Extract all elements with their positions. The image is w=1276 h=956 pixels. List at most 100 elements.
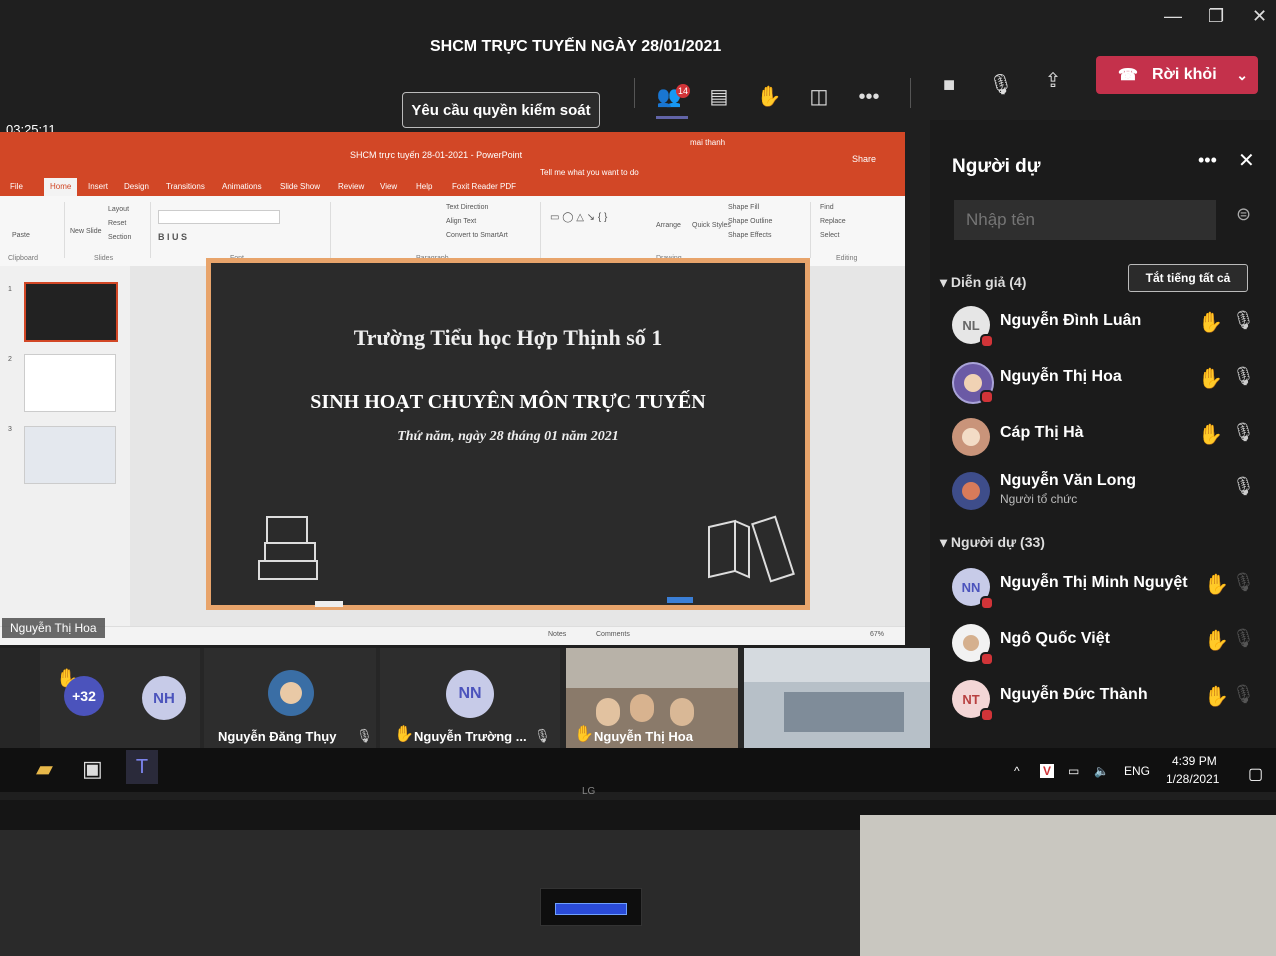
attendees-header[interactable]: ▾ Người dự (33) <box>940 534 1045 551</box>
raise-hand-icon[interactable]: ✋ <box>754 82 784 112</box>
ppt-menu-file[interactable]: File <box>10 182 23 191</box>
participant-row[interactable]: NN Nguyễn Thị Minh Nguyệt ✋ 🎙 <box>952 566 1272 614</box>
store-icon[interactable]: ▣ <box>82 756 103 782</box>
ribbon-find[interactable]: Find <box>820 204 834 211</box>
ribbon-select[interactable]: Select <box>820 232 839 239</box>
slide-thumbnail[interactable] <box>24 426 116 484</box>
minimize-icon[interactable]: — <box>1164 6 1182 27</box>
ppt-menu-help[interactable]: Help <box>416 182 432 191</box>
people-search-input[interactable] <box>954 200 1216 240</box>
participant-role: Người tổ chức <box>1000 492 1078 506</box>
participant-row[interactable]: NL Nguyễn Đình Luân ✋ 🎙 <box>952 304 1272 352</box>
status-comments[interactable]: Comments <box>596 631 630 638</box>
font-style-buttons[interactable]: B I U S <box>158 232 187 242</box>
mic-off-icon[interactable]: 🎙 <box>1232 310 1255 331</box>
clock-time[interactable]: 4:39 PM <box>1172 754 1217 768</box>
overflow-avatar[interactable]: +32 <box>64 676 104 716</box>
mute-all-button[interactable]: Tắt tiếng tất cả <box>1128 264 1248 292</box>
participant-row[interactable]: Ngô Quốc Việt ✋ 🎙 <box>952 622 1272 670</box>
ribbon-paste[interactable]: Paste <box>12 232 30 239</box>
raise-hand-icon: ✋ <box>1204 630 1229 652</box>
ribbon-shape-outline[interactable]: Shape Outline <box>728 218 772 225</box>
status-zoom[interactable]: 67% <box>870 631 884 638</box>
ribbon-new-slide[interactable]: New Slide <box>70 228 102 235</box>
font-name-box[interactable] <box>158 210 280 224</box>
presenters-header[interactable]: ▾ Diễn giả (4) <box>940 274 1026 291</box>
share-invite-icon[interactable]: ⊜ <box>1236 204 1251 225</box>
ppt-menu-insert[interactable]: Insert <box>88 182 108 191</box>
raise-hand-icon: ✋ <box>1198 312 1223 334</box>
raise-hand-icon: ✋ <box>1204 574 1229 596</box>
request-control-button[interactable]: Yêu cầu quyền kiểm soát <box>402 92 600 128</box>
ribbon-reset[interactable]: Reset <box>108 220 126 227</box>
open-book-icon <box>708 515 795 583</box>
close-icon[interactable]: ✕ <box>1238 148 1255 173</box>
close-window-icon[interactable]: ✕ <box>1252 6 1267 27</box>
books-stack-icon <box>258 516 318 580</box>
ribbon-quick-styles[interactable]: Quick Styles <box>692 222 731 229</box>
ribbon-text-direction[interactable]: Text Direction <box>446 204 488 211</box>
ppt-menu-transitions[interactable]: Transitions <box>166 182 205 191</box>
ppt-menu-animations[interactable]: Animations <box>222 182 262 191</box>
video-tile[interactable]: ✋ +32 NH <box>40 648 200 748</box>
volume-icon[interactable]: 🔈 <box>1094 764 1109 778</box>
video-person <box>670 698 694 726</box>
ppt-menu-design[interactable]: Design <box>124 182 149 191</box>
participant-row[interactable]: Cáp Thị Hà ✋ 🎙 <box>952 416 1272 464</box>
monitor-screen: — ❐ ✕ SHCM TRỰC TUYẾN NGÀY 28/01/2021 03… <box>0 0 1276 800</box>
share-screen-icon[interactable]: ⇪ <box>1038 66 1068 96</box>
ribbon-convert-smartart[interactable]: Convert to SmartArt <box>446 232 508 239</box>
video-tile[interactable]: ✋ Nguyễn Thị Hoa <box>566 648 738 748</box>
ribbon-layout[interactable]: Layout <box>108 206 129 213</box>
ribbon-section[interactable]: Section <box>108 234 131 241</box>
people-pane: Người dự ••• ✕ ⊜ ▾ Diễn giả (4) Tắt tiến… <box>930 120 1276 748</box>
ppt-share[interactable]: Share <box>852 154 876 164</box>
mic-disabled-icon: 🎙 <box>1232 572 1255 592</box>
video-tile[interactable]: Nguyễn Đăng Thụy 🎙 <box>204 648 376 748</box>
input-language[interactable]: ENG <box>1124 764 1150 778</box>
vpn-icon[interactable]: V <box>1040 764 1055 778</box>
ppt-menu-review[interactable]: Review <box>338 182 364 191</box>
maximize-icon[interactable]: ❐ <box>1208 6 1224 27</box>
video-tile[interactable] <box>744 648 938 748</box>
participant-row[interactable]: Nguyễn Thị Hoa ✋ 🎙 <box>952 360 1272 408</box>
mic-on-icon[interactable]: 🎙 <box>1232 476 1255 497</box>
more-options-icon[interactable]: ••• <box>1198 150 1217 171</box>
leave-button[interactable]: ☎ Rời khỏi ⌄ <box>1096 56 1258 94</box>
participant-row[interactable]: Nguyễn Văn Long Người tổ chức 🎙 <box>952 470 1272 518</box>
ppt-menu-home[interactable]: Home <box>44 178 78 196</box>
chevron-up-icon[interactable]: ^ <box>1014 764 1020 778</box>
file-explorer-icon[interactable]: ▰ <box>36 756 53 782</box>
ppt-tell-me[interactable]: Tell me what you want to do <box>540 168 639 177</box>
more-actions-icon[interactable]: ••• <box>854 82 884 112</box>
status-dot <box>980 334 994 348</box>
slide-thumbnail[interactable] <box>24 282 118 342</box>
status-notes[interactable]: Notes <box>548 631 566 638</box>
ppt-menu-foxit[interactable]: Foxit Reader PDF <box>452 182 516 191</box>
ribbon-align-text[interactable]: Align Text <box>446 218 476 225</box>
network-icon[interactable]: ▭ <box>1068 764 1079 778</box>
ribbon-arrange[interactable]: Arrange <box>656 222 681 229</box>
chat-icon[interactable]: ▤ <box>704 82 734 112</box>
ribbon-replace[interactable]: Replace <box>820 218 846 225</box>
mic-on-icon[interactable]: 🎙 <box>1232 366 1255 387</box>
ribbon-group-drawing: ▭ ◯ △ ↘ { } Arrange Quick Styles Shape F… <box>540 202 811 262</box>
notifications-icon[interactable]: ▢ <box>1248 764 1263 784</box>
ppt-title: SHCM trực tuyến 28-01-2021 - PowerPoint <box>350 150 523 160</box>
chevron-down-icon[interactable]: ⌄ <box>1236 67 1248 84</box>
ribbon-shape-effects[interactable]: Shape Effects <box>728 232 771 239</box>
camera-icon[interactable]: ■ <box>934 70 964 100</box>
microphone-icon[interactable]: 🎙 <box>986 70 1016 100</box>
slide-thumbnail[interactable] <box>24 354 116 412</box>
ppt-menu-slideshow[interactable]: Slide Show <box>280 182 320 191</box>
mic-off-icon[interactable]: 🎙 <box>1232 422 1255 443</box>
ribbon-shape-fill[interactable]: Shape Fill <box>728 204 759 211</box>
rooms-icon[interactable]: ◫ <box>804 82 834 112</box>
participant-row[interactable]: NT Nguyễn Đức Thành ✋ 🎙 <box>952 678 1272 726</box>
ppt-menu-view[interactable]: View <box>380 182 397 191</box>
shapes-gallery[interactable]: ▭ ◯ △ ↘ { } <box>550 212 607 223</box>
teams-icon[interactable]: T <box>126 750 158 784</box>
clock-date[interactable]: 1/28/2021 <box>1166 772 1219 786</box>
status-dot <box>980 652 994 666</box>
video-tile[interactable]: NN ✋ Nguyễn Trường ... 🎙 <box>380 648 560 748</box>
